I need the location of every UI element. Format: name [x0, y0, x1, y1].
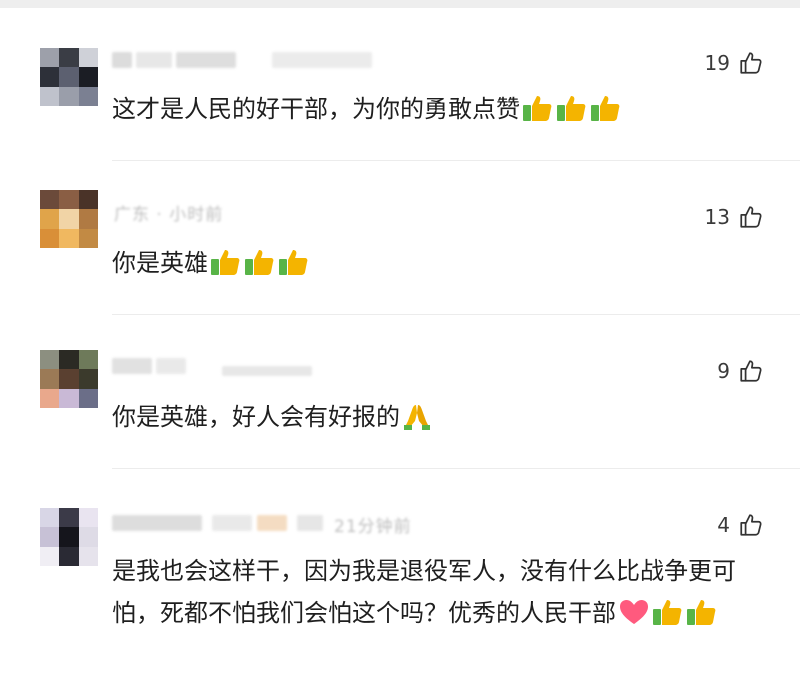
- like-button[interactable]: 13: [705, 204, 764, 230]
- like-count: 9: [717, 359, 730, 383]
- comment-timestamp: 21分钟前: [334, 517, 412, 537]
- thumbs-up-emoji: [556, 93, 588, 136]
- thumbs-up-emoji: [590, 93, 622, 136]
- comment-text: 这才是人民的好干部，为你的勇敢点赞: [112, 88, 772, 136]
- commenter-name-blurred: 广东 · 小时前: [112, 200, 412, 225]
- avatar[interactable]: [40, 350, 98, 408]
- like-count: 19: [704, 51, 730, 75]
- thumb-up-outline-icon: [738, 204, 764, 230]
- avatar[interactable]: [40, 508, 98, 566]
- comment-text-content: 你是英雄: [112, 249, 208, 277]
- like-count: 4: [717, 513, 730, 537]
- comment-meta: 广东 · 小时前: [114, 205, 224, 225]
- thumbs-up-emoji: [652, 597, 684, 640]
- divider: [112, 468, 800, 469]
- thumbs-up-emoji: [278, 247, 310, 290]
- like-button[interactable]: 19: [705, 50, 764, 76]
- commenter-name-blurred: [112, 356, 332, 378]
- comment-text-content: 你是英雄，好人会有好报的: [112, 403, 400, 431]
- thumbs-up-emoji: [210, 247, 242, 290]
- divider: [112, 160, 800, 161]
- avatar[interactable]: [40, 48, 98, 106]
- thumbs-up-emoji: [244, 247, 276, 290]
- thumb-up-outline-icon: [738, 50, 764, 76]
- comment-text-content: 这才是人民的好干部，为你的勇敢点赞: [112, 95, 520, 123]
- thumb-up-outline-icon: [738, 358, 764, 384]
- like-count: 13: [704, 205, 730, 229]
- commenter-name-blurred: 21分钟前: [112, 512, 432, 537]
- comment-text: 是我也会这样干，因为我是退役军人，没有什么比战争更可怕，死都不怕我们会怕这个吗？…: [112, 550, 772, 640]
- folded-hands-emoji: [402, 401, 432, 444]
- thumbs-up-emoji: [522, 93, 554, 136]
- divider: [112, 314, 800, 315]
- top-strip: [0, 0, 800, 8]
- comment-text: 你是英雄，好人会有好报的: [112, 396, 772, 444]
- thumb-up-outline-icon: [738, 512, 764, 538]
- like-button[interactable]: 9: [717, 358, 764, 384]
- thumbs-up-emoji: [686, 597, 718, 640]
- red-heart-emoji: [618, 597, 650, 640]
- comment-text: 你是英雄: [112, 242, 772, 290]
- commenter-name-blurred: [112, 50, 382, 72]
- avatar[interactable]: [40, 190, 98, 248]
- like-button[interactable]: 4: [717, 512, 764, 538]
